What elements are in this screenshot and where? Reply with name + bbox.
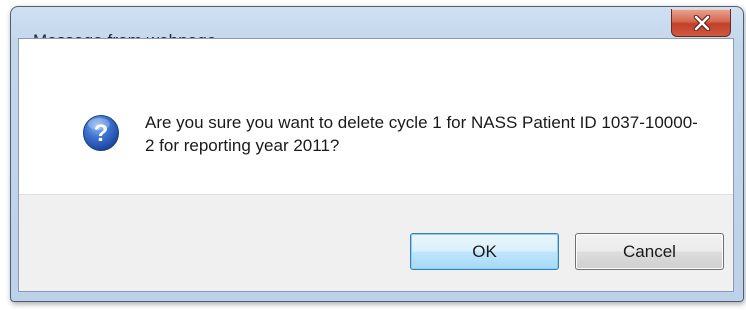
question-icon: ? [83,115,119,151]
close-icon [693,15,711,31]
button-bar: OK Cancel [19,194,733,291]
ok-button[interactable]: OK [410,233,559,270]
dialog-window: Message from webpage ? [10,6,744,302]
dialog-message: Are you sure you want to delete cycle 1 … [145,113,698,155]
message-area: ? Are you sure you want to delete cycle … [19,39,733,196]
dialog-body: ? Are you sure you want to delete cycle … [18,38,734,292]
svg-text:?: ? [94,120,109,147]
close-button[interactable] [671,9,731,37]
cancel-button[interactable]: Cancel [575,233,724,270]
